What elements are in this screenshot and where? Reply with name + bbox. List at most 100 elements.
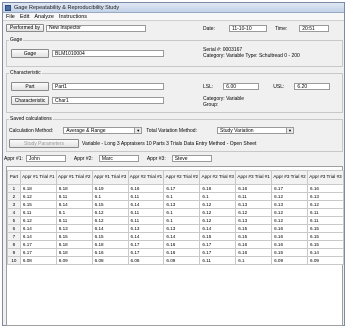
menu-file[interactable]: File xyxy=(6,14,15,20)
table-cell[interactable]: 6.12 xyxy=(199,208,237,217)
part-button[interactable]: Part xyxy=(11,82,49,91)
table-cell[interactable]: 6.15 xyxy=(91,232,129,241)
table-cell[interactable]: 6.17 xyxy=(199,248,237,257)
table-cell[interactable]: 6.12 xyxy=(271,192,308,201)
table-cell[interactable]: 6.14 xyxy=(199,224,237,233)
table-cell[interactable]: 6.15 xyxy=(199,232,237,241)
table-cell[interactable]: 6.18 xyxy=(55,240,93,249)
table-cell[interactable]: 6.11 xyxy=(127,192,165,201)
table-cell[interactable]: 6.12 xyxy=(306,200,345,209)
table-cell[interactable]: 6.1 xyxy=(91,192,129,201)
table-cell[interactable]: 6.14 xyxy=(19,224,57,233)
table-cell[interactable]: 6.1 xyxy=(235,256,273,265)
table-cell[interactable]: 6.11 xyxy=(306,216,345,225)
table-cell[interactable]: 6.18 xyxy=(91,240,129,249)
table-cell[interactable]: 6.17 xyxy=(127,240,165,249)
menu-edit[interactable]: Edit xyxy=(20,14,29,20)
table-cell[interactable]: 6.17 xyxy=(127,248,165,257)
table-cell[interactable]: 6.12 xyxy=(271,216,308,225)
table-cell[interactable]: 6.14 xyxy=(127,232,165,241)
table-cell[interactable]: 6.08 xyxy=(19,256,57,265)
lsl-field[interactable]: 6.00 xyxy=(223,83,260,90)
table-cell[interactable]: 6.12 xyxy=(19,216,57,225)
table-cell[interactable]: 6.16 xyxy=(127,184,165,193)
gage-field[interactable]: BLM1010004 xyxy=(52,50,164,57)
table-cell[interactable]: 6.16 xyxy=(271,232,308,241)
table-cell[interactable]: 6.17 xyxy=(163,184,201,193)
table-cell[interactable]: 6.15 xyxy=(55,232,93,241)
table-cell[interactable]: 6.17 xyxy=(271,184,308,193)
table-cell[interactable]: 6.15 xyxy=(19,200,57,209)
study-parameters-button[interactable]: Study Parameters xyxy=(9,139,79,148)
table-cell[interactable]: 6.09 xyxy=(55,256,93,265)
table-cell[interactable]: 6.16 xyxy=(235,248,273,257)
table-cell[interactable]: 6.15 xyxy=(306,240,345,249)
table-cell[interactable]: 6.18 xyxy=(55,184,93,193)
table-cell[interactable]: 6.08 xyxy=(127,256,165,265)
appr3-field[interactable]: Steve xyxy=(171,155,212,162)
table-cell[interactable]: 6.13 xyxy=(235,216,273,225)
characteristic-field[interactable]: Char1 xyxy=(52,97,164,104)
table-cell[interactable]: 6.15 xyxy=(306,224,345,233)
table-cell[interactable]: 6.11 xyxy=(127,216,165,225)
table-cell[interactable]: 6.09 xyxy=(271,256,308,265)
menu-instructions[interactable]: Instructions xyxy=(59,14,87,20)
table-cell[interactable]: 6.12 xyxy=(271,208,308,217)
table-cell[interactable]: 6.08 xyxy=(91,256,129,265)
table-cell[interactable]: 6.1 xyxy=(163,208,201,217)
date-field[interactable]: 11-10-10 xyxy=(228,25,267,32)
usl-field[interactable]: 6.20 xyxy=(294,83,331,90)
performed-by-field[interactable]: New Inspector xyxy=(46,24,146,32)
table-cell[interactable]: 6.15 xyxy=(91,200,129,209)
time-field[interactable]: 20:51 xyxy=(299,25,330,32)
table-cell[interactable]: 6.11 xyxy=(55,216,93,225)
characteristic-button[interactable]: Characteristic xyxy=(11,96,49,105)
table-cell[interactable]: 6.16 xyxy=(235,184,273,193)
part-field[interactable]: Part1 xyxy=(52,83,164,90)
table-cell[interactable]: 6.14 xyxy=(55,200,93,209)
table-cell[interactable]: 6.16 xyxy=(235,240,273,249)
table-cell[interactable]: 6.12 xyxy=(199,216,237,225)
table-cell[interactable]: 6.14 xyxy=(306,248,345,257)
table-cell[interactable]: 6.17 xyxy=(19,240,57,249)
table-cell[interactable]: 6.18 xyxy=(19,184,57,193)
table-cell[interactable]: 6.19 xyxy=(91,184,129,193)
table-cell[interactable]: 6.13 xyxy=(271,200,308,209)
appr2-field[interactable]: Marc xyxy=(98,155,139,162)
table-cell[interactable]: 6.16 xyxy=(199,184,237,193)
table-cell[interactable]: 6.11 xyxy=(55,192,93,201)
table-cell[interactable]: 6.17 xyxy=(19,248,57,257)
table-cell[interactable]: 6.09 xyxy=(306,256,345,265)
table-cell[interactable]: 6.15 xyxy=(306,232,345,241)
table-cell[interactable]: 6.13 xyxy=(55,224,93,233)
table-cell[interactable]: 6.13 xyxy=(163,200,201,209)
table-cell[interactable]: 6.18 xyxy=(55,248,93,257)
table-cell[interactable]: 6.12 xyxy=(199,200,237,209)
table-cell[interactable]: 6.1 xyxy=(55,208,93,217)
table-cell[interactable]: 6.13 xyxy=(127,224,165,233)
table-cell[interactable]: 6.14 xyxy=(19,232,57,241)
table-cell[interactable]: 6.1 xyxy=(163,216,201,225)
table-cell[interactable]: 6.11 xyxy=(235,192,273,201)
menu-analyze[interactable]: Analyze xyxy=(34,14,54,20)
table-cell[interactable]: 6.13 xyxy=(306,192,345,201)
performed-by-button[interactable]: Performed by xyxy=(6,24,44,32)
table-cell[interactable]: 6.16 xyxy=(163,240,201,249)
chevron-down-icon[interactable]: ▼ xyxy=(286,127,294,134)
table-cell[interactable]: 6.09 xyxy=(163,256,201,265)
table-cell[interactable]: 6.12 xyxy=(19,192,57,201)
table-cell[interactable]: 6.15 xyxy=(235,224,273,233)
tv-method-select[interactable]: Study Variation ▼ xyxy=(216,127,294,134)
calc-method-select[interactable]: Average & Range ▼ xyxy=(63,127,143,134)
table-cell[interactable]: 6.15 xyxy=(235,232,273,241)
table-cell[interactable]: 6.16 xyxy=(91,248,129,257)
table-cell[interactable]: 6.11 xyxy=(199,256,237,265)
table-cell[interactable]: 6.11 xyxy=(306,208,345,217)
table-cell[interactable]: 6.14 xyxy=(127,200,165,209)
chevron-down-icon[interactable]: ▼ xyxy=(135,127,143,134)
table-cell[interactable]: 6.16 xyxy=(271,224,308,233)
table-cell[interactable]: 6.12 xyxy=(91,208,129,217)
table-cell[interactable]: 6.14 xyxy=(91,224,129,233)
appr1-field[interactable]: John xyxy=(25,155,66,162)
table-cell[interactable]: 6.11 xyxy=(19,208,57,217)
